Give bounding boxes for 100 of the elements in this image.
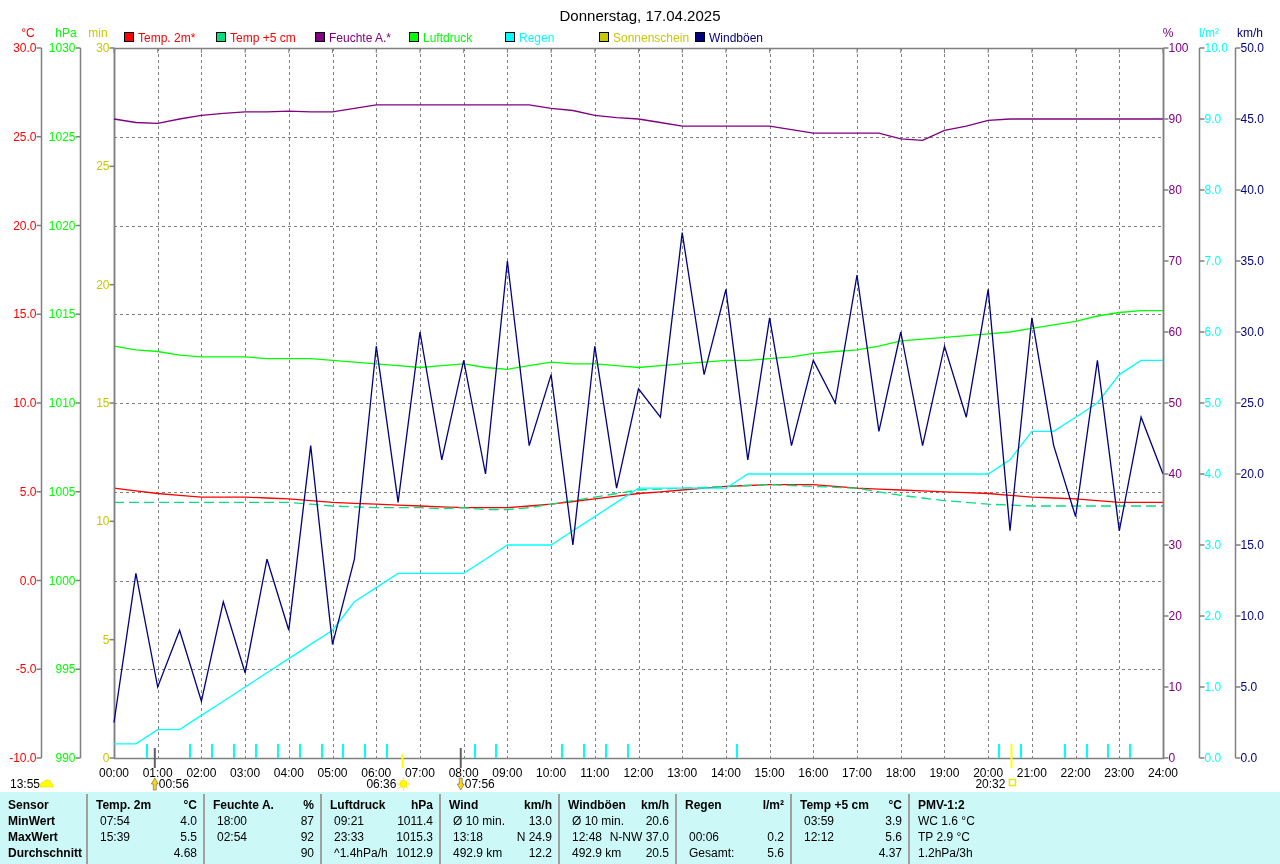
axis-label: 80 [1168,183,1182,197]
table-cell: 20.6 [645,814,669,828]
axis-label: 40.0 [1240,183,1264,197]
axis-label: 06:00 [361,766,392,780]
axis-label: 25.0 [1240,396,1264,410]
table-cell: WC 1.6 °C [918,814,975,828]
rain-mark [321,744,323,758]
table-cell-text: 492.9 km [452,846,503,860]
axis-label: 25 [96,159,110,174]
axis-label: 1025 [48,129,76,144]
table-cell-text: 13:18 [452,830,484,844]
unit-label: °C [888,798,902,812]
table-cell: N-NW 37.0 [609,830,669,844]
column-header: Feuchte A. [213,798,274,812]
axis-label: 17:00 [842,766,873,780]
axis-label: 8.0 [1204,183,1222,197]
rain-mark [605,744,607,758]
axis-label: 0.0 [19,573,37,588]
axis-label: 23:00 [1104,766,1135,780]
table-cell: TP 2.9 °C [918,830,970,844]
axis-label: 0 [102,751,110,765]
axis-label: 04:00 [273,766,304,780]
sun-icon [396,777,411,791]
axis-label: 1.0 [1204,680,1222,694]
unit-label: km/h [524,798,552,812]
rain-mark [364,744,366,758]
table-cell-text: Ø 10 min. [452,814,506,828]
axis-label: 20.0 [13,218,37,233]
legend-label: Temp +5 cm [230,31,296,45]
axis-label: 09:00 [492,766,523,780]
table-cell: N 24.9 [516,830,552,844]
axis-label: 7.0 [1204,254,1222,268]
axis-label: 0.0 [1204,751,1222,765]
cloud-icon [39,779,54,788]
unit-label: km/h [641,798,669,812]
table-cell: 5.6 [767,846,784,860]
table-cell-text: 12:48 [571,830,603,844]
axis-label: 03:00 [230,766,261,780]
table-cell: 92 [300,830,314,844]
rain-mark [627,744,629,758]
rain-mark [342,744,344,758]
rain-mark [299,744,301,758]
axis-label: 990 [55,751,76,765]
rain-mark [1086,744,1088,758]
axis-label: 70 [1168,254,1182,268]
axis-label: 24:00 [1148,766,1178,780]
axis-label: 11:00 [580,766,610,780]
axis-label: 1010 [48,396,76,410]
axis-label: 0 [1168,751,1176,765]
axis-label: 22:00 [1060,766,1091,780]
table-cell-text: 09:21 [333,814,365,828]
rain-mark [211,744,213,758]
table-cell-text: Gesamt: [688,846,735,860]
rain-mark [189,744,191,758]
axis-label: 20 [96,277,110,292]
axis-label: 10.0 [1204,41,1228,55]
time-label: 07:56 [464,777,495,791]
legend-label: Windböen [709,31,764,45]
table-cell: 1.2hPa/3h [918,846,973,860]
table-cell-text: 18:00 [216,814,248,828]
axis-label: 995 [55,662,76,677]
table-cell: 12.2 [528,846,552,860]
axis-label: 5.0 [1240,680,1258,694]
table-cell-text: 07:54 [99,814,131,828]
axis-label: 07:00 [404,766,435,780]
axis-label: 5 [102,632,110,647]
axis-label: 45.0 [1240,112,1264,126]
axis-label: 2.0 [1204,609,1222,623]
axis-label: 20:00 [973,766,1004,780]
axis-label: 50 [1168,396,1182,410]
table-cell: 5.5 [180,830,197,844]
axis-label: -5.0 [15,662,37,677]
axis-label: 60 [1168,325,1182,339]
unit-label: % [303,798,314,812]
table-cell-text: 23:33 [333,830,365,844]
axis-label: 10 [1168,680,1182,694]
table-cell: 4.68 [173,846,197,860]
rain-mark [386,744,388,758]
axis-label: 05:00 [317,766,348,780]
axis-label: 15.0 [13,307,37,322]
axis-label: 21:00 [1016,766,1047,780]
chart-title: Donnerstag, 17.04.2025 [559,7,721,24]
legend-label: Sonnenschein [613,31,690,45]
unit-label: l/m² [762,798,784,812]
time-label: 00:56 [158,777,189,791]
legend-label: Luftdruck [423,31,473,45]
axis-label: 9.0 [1204,112,1222,126]
axis-label: 19:00 [929,766,960,780]
axis-label: 10 [96,514,110,529]
table-cell: 4.37 [878,846,902,860]
row-label: MaxWert [8,830,59,844]
unit-label: °C [183,798,197,812]
rain-mark [1020,744,1022,758]
table-cell-text: Ø 10 min. [571,814,625,828]
table-cell: 0.2 [767,830,784,844]
axis-label: 02:00 [186,766,217,780]
axis-label: 4.0 [1204,467,1222,481]
table-cell: 13.0 [528,814,552,828]
rain-mark [736,744,738,758]
axis-label: 14:00 [710,766,741,780]
